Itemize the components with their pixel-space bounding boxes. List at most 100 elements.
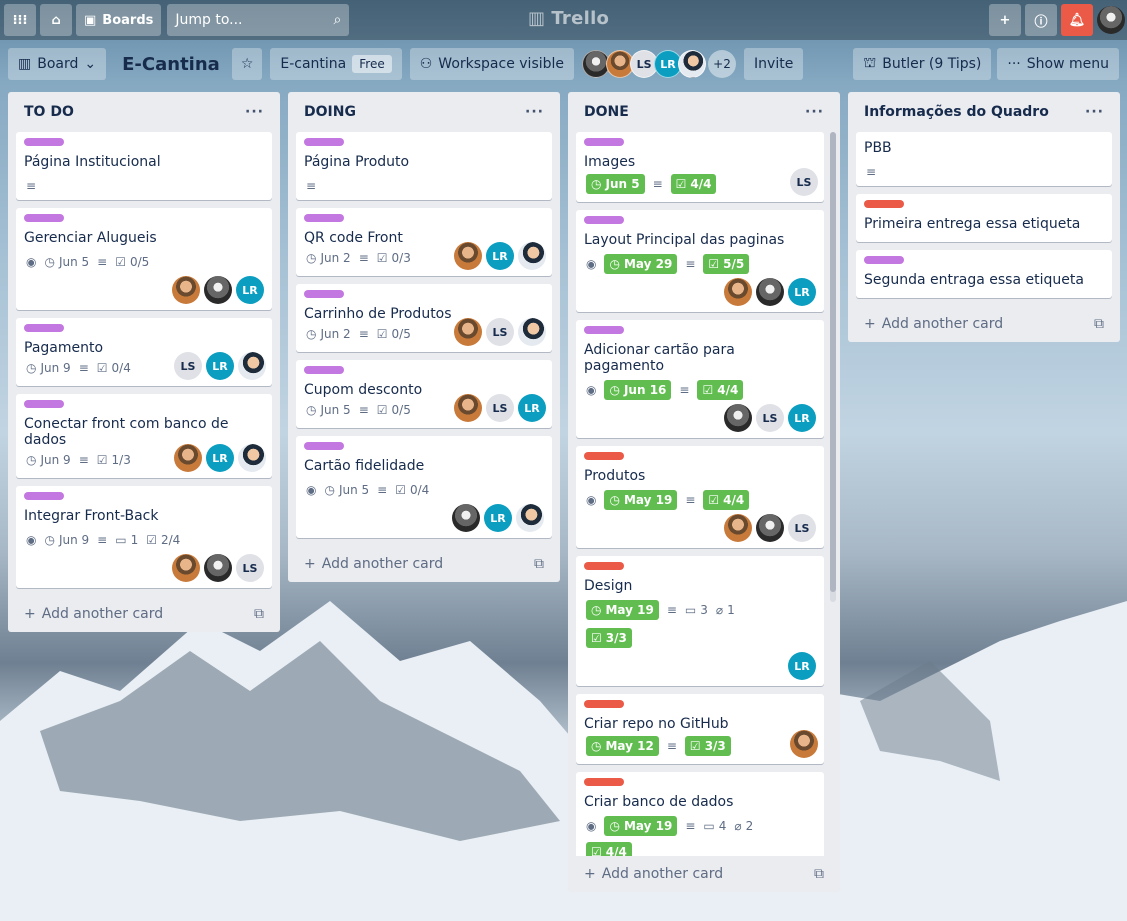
card-label[interactable] xyxy=(584,562,624,570)
star-button[interactable]: ☆ xyxy=(231,48,263,80)
list-title[interactable]: TO DO xyxy=(24,104,74,120)
member-avatar[interactable]: LS xyxy=(236,554,264,582)
due-date-complete-badge[interactable]: ◷ May 19 xyxy=(604,490,678,510)
more-members-button[interactable]: +2 xyxy=(708,50,737,78)
add-card-button[interactable]: + Add another card xyxy=(24,606,163,622)
member-avatar[interactable] xyxy=(238,352,266,380)
due-date-complete-badge[interactable]: ◷ Jun 16 xyxy=(604,380,672,400)
card-label[interactable] xyxy=(584,452,624,460)
member-avatar[interactable] xyxy=(790,730,818,758)
card-template-icon[interactable]: ⧉ xyxy=(814,866,824,882)
card-label[interactable] xyxy=(24,324,64,332)
card[interactable]: Produtos ◉ ◷ May 19 ≡ ☑ 4/4 LS xyxy=(576,446,824,548)
member-avatar[interactable] xyxy=(174,444,202,472)
visibility-button[interactable]: ⚇ Workspace visible xyxy=(409,48,575,80)
card-label[interactable] xyxy=(584,778,624,786)
due-date-complete-badge[interactable]: ◷ May 12 xyxy=(586,736,659,756)
due-date-badge[interactable]: ◷ Jun 2 xyxy=(306,251,351,265)
member-avatar[interactable] xyxy=(452,504,480,532)
card[interactable]: Criar repo no GitHub ◷ May 12 ≡ ☑ 3/3 xyxy=(576,694,824,764)
card-label[interactable] xyxy=(304,214,344,222)
card[interactable]: Pagamento ◷ Jun 9 ≡ ☑ 0/4 LS LR xyxy=(16,318,272,386)
card[interactable]: Carrinho de Produtos ◷ Jun 2 ≡ ☑ 0/5 LS xyxy=(296,284,552,352)
member-avatar[interactable] xyxy=(724,404,752,432)
card[interactable]: Images ◷ Jun 5 ≡ ☑ 4/4 LS xyxy=(576,132,824,202)
card[interactable]: QR code Front ◷ Jun 2 ≡ ☑ 0/3 LR xyxy=(296,208,552,276)
member-avatar[interactable] xyxy=(172,554,200,582)
member-avatar[interactable] xyxy=(518,318,546,346)
card[interactable]: Conectar front com banco de dados ◷ Jun 9… xyxy=(16,394,272,478)
card[interactable]: Gerenciar Alugueis ◉ ◷ Jun 5 ≡ ☑ 0/5 LR xyxy=(16,208,272,310)
card-label[interactable] xyxy=(304,138,344,146)
card[interactable]: Segunda entraga essa etiqueta xyxy=(856,250,1112,298)
notifications-button[interactable]: 🔔︎ xyxy=(1061,4,1093,36)
member-avatar[interactable]: LS xyxy=(790,168,818,196)
member-avatar[interactable] xyxy=(516,504,544,532)
butler-button[interactable]: ⛫ Butler (9 Tips) xyxy=(853,48,992,80)
list-menu-icon[interactable]: ··· xyxy=(805,104,824,120)
member-avatar[interactable] xyxy=(756,514,784,542)
card-label[interactable] xyxy=(24,492,64,500)
workspace-button[interactable]: E-cantina Free xyxy=(270,48,402,80)
card[interactable]: Primeira entrega essa etiqueta xyxy=(856,194,1112,242)
due-date-complete-badge[interactable]: ◷ May 29 xyxy=(604,254,678,274)
add-card-button[interactable]: + Add another card xyxy=(304,556,443,572)
member-avatar[interactable]: LR xyxy=(206,444,234,472)
list-title[interactable]: Informações do Quadro xyxy=(864,104,1049,120)
due-date-badge[interactable]: ◷ Jun 5 xyxy=(44,255,89,269)
create-button[interactable]: + xyxy=(989,4,1021,36)
member-avatar[interactable]: LR xyxy=(484,504,512,532)
member-avatar[interactable] xyxy=(204,276,232,304)
member-avatar[interactable]: LS xyxy=(788,514,816,542)
search-input[interactable]: Jump to... ⌕ xyxy=(167,4,350,36)
home-button[interactable]: ⌂ xyxy=(40,4,72,36)
card-label[interactable] xyxy=(304,442,344,450)
card-label[interactable] xyxy=(584,700,624,708)
member-avatar[interactable] xyxy=(724,278,752,306)
member-avatar[interactable]: LS xyxy=(174,352,202,380)
card-label[interactable] xyxy=(864,200,904,208)
member-avatar[interactable]: LR xyxy=(236,276,264,304)
card[interactable]: Página Produto ≡ xyxy=(296,132,552,200)
member-avatar[interactable] xyxy=(724,514,752,542)
list-title[interactable]: DONE xyxy=(584,104,629,120)
member-avatar[interactable]: LS xyxy=(486,394,514,422)
board-view-switcher[interactable]: ▥ Board ⌄ xyxy=(8,48,107,80)
list-menu-icon[interactable]: ··· xyxy=(525,104,544,120)
account-avatar[interactable] xyxy=(1097,6,1125,34)
member-avatar[interactable] xyxy=(454,318,482,346)
due-date-complete-badge[interactable]: ◷ May 19 xyxy=(604,816,678,836)
member-avatar[interactable]: LR xyxy=(206,352,234,380)
card[interactable]: Cupom desconto ◷ Jun 5 ≡ ☑ 0/5 LS LR xyxy=(296,360,552,428)
boards-button[interactable]: ▣ Boards xyxy=(76,4,162,36)
card[interactable]: Cartão fidelidade ◉ ◷ Jun 5 ≡ ☑ 0/4 LR xyxy=(296,436,552,538)
card-label[interactable] xyxy=(584,326,624,334)
list-menu-icon[interactable]: ··· xyxy=(245,104,264,120)
member-avatar[interactable] xyxy=(454,394,482,422)
card-template-icon[interactable]: ⧉ xyxy=(254,606,264,622)
card-template-icon[interactable]: ⧉ xyxy=(1094,316,1104,332)
add-card-button[interactable]: + Add another card xyxy=(584,866,723,882)
card-label[interactable] xyxy=(304,290,344,298)
due-date-complete-badge[interactable]: ◷ May 19 xyxy=(586,600,659,620)
card-label[interactable] xyxy=(24,138,64,146)
apps-grid-button[interactable]: ⁝⁝⁝ xyxy=(4,4,36,36)
member-avatar[interactable]: LS xyxy=(486,318,514,346)
member-avatar[interactable] xyxy=(454,242,482,270)
trello-logo[interactable]: ▥ Trello xyxy=(528,8,609,29)
member-avatar[interactable]: LR xyxy=(518,394,546,422)
list-title[interactable]: DOING xyxy=(304,104,356,120)
list-scrollbar[interactable] xyxy=(830,132,836,602)
member-avatar[interactable] xyxy=(172,276,200,304)
card-label[interactable] xyxy=(304,366,344,374)
invite-button[interactable]: Invite xyxy=(744,48,804,80)
member-avatar[interactable] xyxy=(678,50,707,78)
info-button[interactable]: ⓘ xyxy=(1025,4,1057,36)
card[interactable]: PBB ≡ xyxy=(856,132,1112,186)
due-date-complete-badge[interactable]: ◷ Jun 5 xyxy=(586,174,645,194)
member-avatar[interactable]: LR xyxy=(486,242,514,270)
card-label[interactable] xyxy=(24,214,64,222)
card[interactable]: Página Institucional ≡ xyxy=(16,132,272,200)
card[interactable]: Integrar Front-Back ◉ ◷ Jun 9 ≡ ▭ 1 ☑ 2/4 L… xyxy=(16,486,272,588)
add-card-button[interactable]: + Add another card xyxy=(864,316,1003,332)
